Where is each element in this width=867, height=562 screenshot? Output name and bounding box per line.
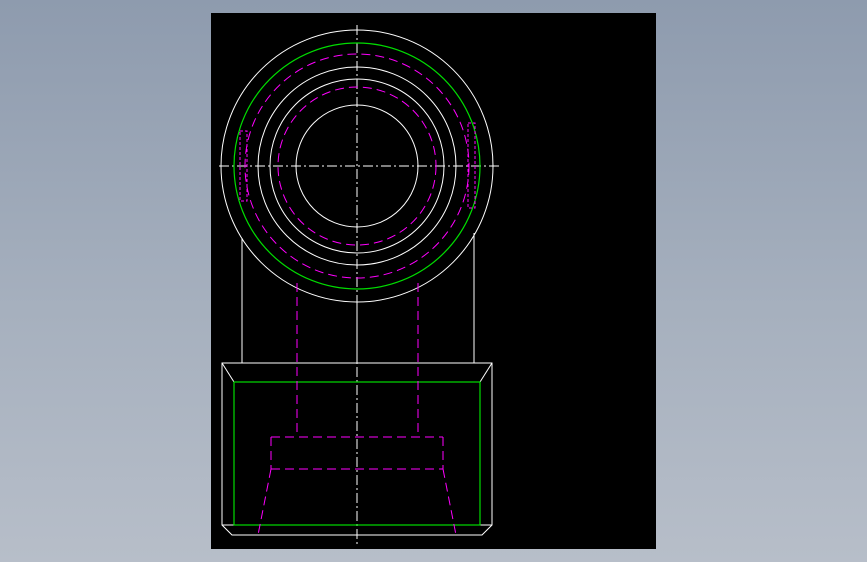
base-chamfer-top-right	[479, 362, 493, 383]
cad-viewport[interactable]	[211, 13, 656, 549]
drawing-canvas	[219, 25, 501, 547]
base-chamfer-top-left	[221, 362, 235, 383]
